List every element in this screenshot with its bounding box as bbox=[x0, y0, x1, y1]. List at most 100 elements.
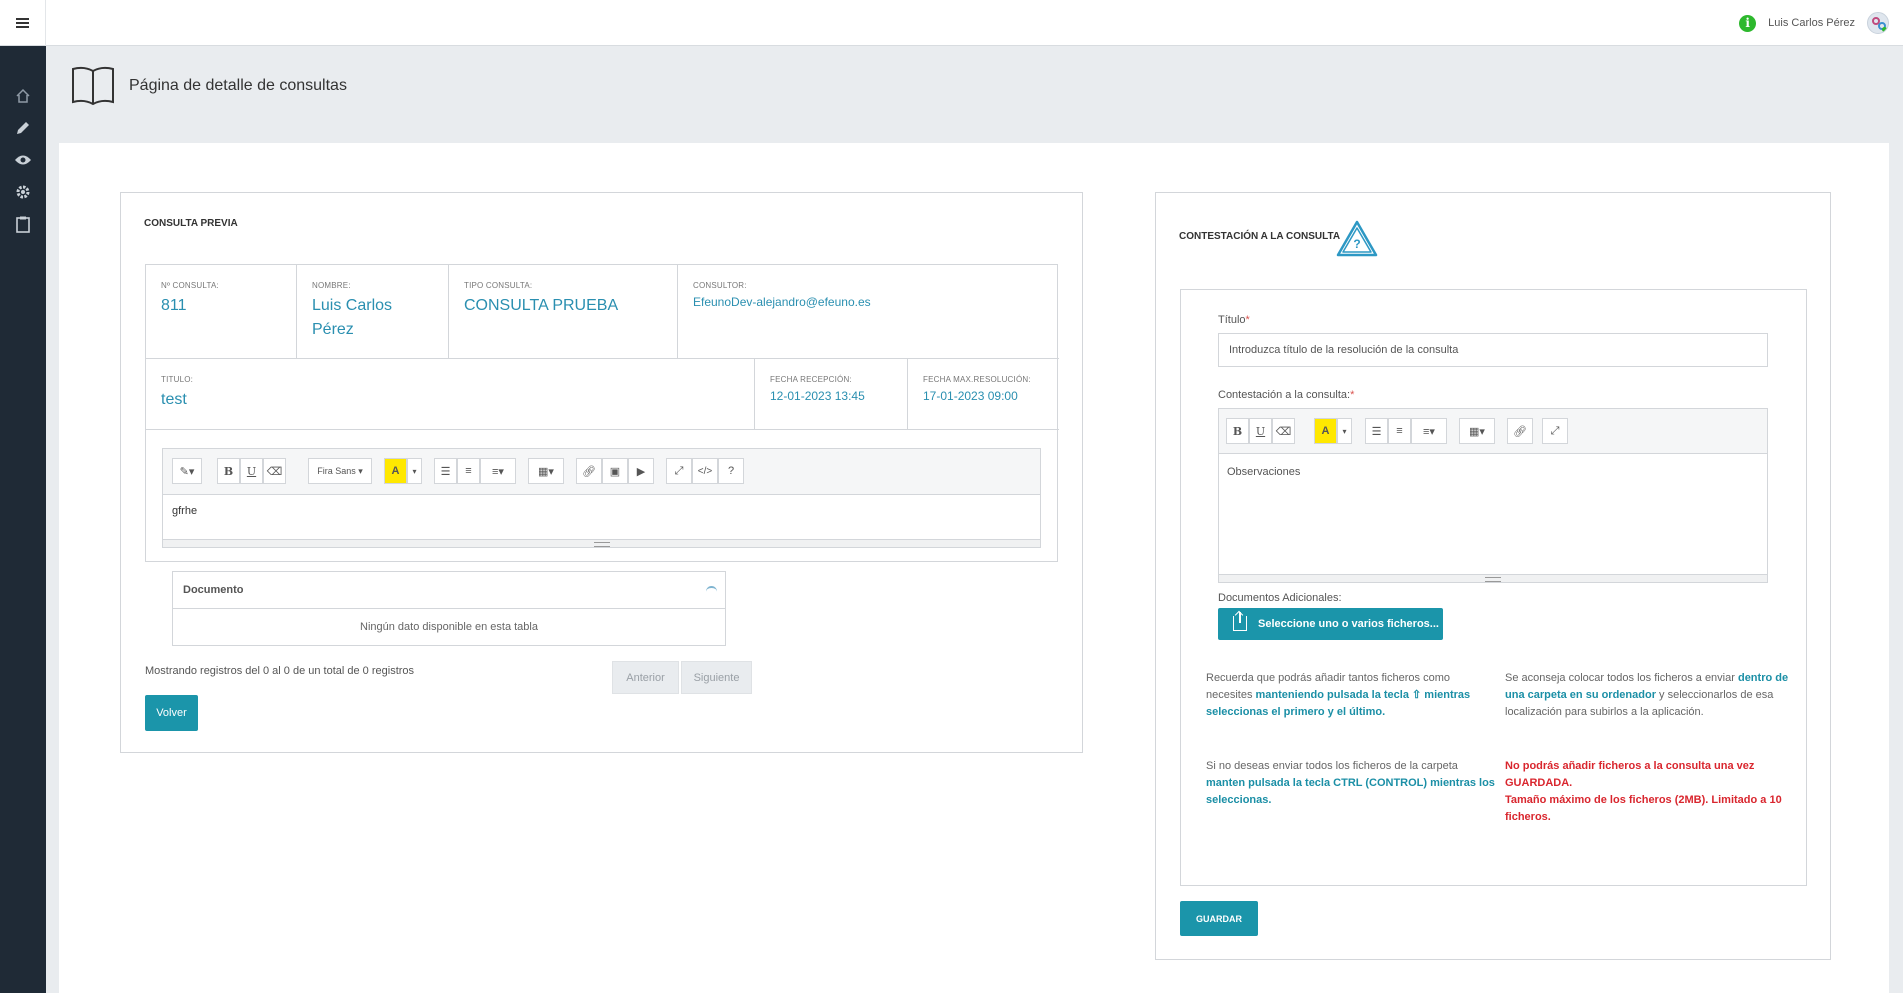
table-icon[interactable]: ▦▾ bbox=[528, 458, 564, 484]
note3-highlight: manten pulsada la tecla CTRL (CONTROL) m… bbox=[1206, 777, 1495, 806]
fecha-recepcion-value: 12-01-2023 13:45 bbox=[770, 389, 865, 403]
contestacion-form: Título* Introduzca título de la resoluci… bbox=[1180, 289, 1807, 886]
documentos-adicionales-label: Documentos Adicionales: bbox=[1218, 592, 1342, 604]
editor-toolbar: ✎▾ B U ⌫ Fira Sans ▾ A ▾ ☰ ≡ ≡▾ ▦▾ 🔗︎ ▣ … bbox=[163, 449, 1040, 495]
link-icon[interactable]: 🔗︎ bbox=[576, 458, 602, 484]
fecha-recepcion-cell: FECHA RECEPCIÓN: 12-01-2023 13:45 bbox=[755, 359, 908, 430]
consultor-label: CONSULTOR: bbox=[693, 281, 747, 290]
guardar-button[interactable]: GUARDAR bbox=[1180, 901, 1258, 936]
contestacion-field-label: Contestación a la consulta:* bbox=[1218, 389, 1355, 401]
highlight-color-icon[interactable]: A bbox=[384, 458, 407, 484]
tipo-consulta-cell: TIPO CONSULTA: CONSULTA PRUEBA bbox=[449, 265, 678, 359]
video-icon[interactable]: ▶ bbox=[628, 458, 654, 484]
bold-button[interactable]: B bbox=[217, 458, 240, 484]
previous-page-button[interactable]: Anterior bbox=[612, 661, 679, 694]
info-icon[interactable]: i bbox=[1739, 14, 1757, 32]
note3-text: Si no deseas enviar todos los ficheros d… bbox=[1206, 760, 1458, 772]
contestacion-panel: CONTESTACIÓN A LA CONSULTA ? Título* Int… bbox=[1155, 192, 1831, 960]
consultor-cell: CONSULTOR: EfeunoDev-alejandro@efeuno.es bbox=[678, 265, 1059, 359]
num-consulta-cell: Nº CONSULTA: 811 bbox=[146, 265, 297, 359]
align-icon[interactable]: ≡▾ bbox=[1411, 418, 1447, 444]
color-dropdown-icon[interactable]: ▾ bbox=[407, 458, 422, 484]
page-title: Página de detalle de consultas bbox=[129, 77, 347, 94]
bold-button[interactable]: B bbox=[1226, 418, 1249, 444]
user-avatar-icon[interactable] bbox=[1867, 12, 1889, 34]
titulo-value: test bbox=[161, 391, 187, 408]
editor-resize-handle[interactable] bbox=[1219, 574, 1767, 582]
fecha-max-label: FECHA MAX.RESOLUCIÓN: bbox=[923, 375, 1031, 384]
note4-line1: No podrás añadir ficheros a la consulta … bbox=[1505, 760, 1755, 789]
consulta-previa-title: CONSULTA PREVIA bbox=[144, 218, 238, 229]
volver-button[interactable]: Volver bbox=[145, 695, 198, 731]
titulo-input[interactable]: Introduzca título de la resolución de la… bbox=[1218, 333, 1768, 367]
num-consulta-label: Nº CONSULTA: bbox=[161, 281, 219, 290]
bullet-list-icon[interactable]: ☰ bbox=[1365, 418, 1388, 444]
link-icon[interactable]: 🔗︎ bbox=[1507, 418, 1533, 444]
svg-text:?: ? bbox=[1353, 237, 1360, 251]
next-page-button[interactable]: Siguiente bbox=[681, 661, 752, 694]
highlight-color-icon[interactable]: A bbox=[1314, 418, 1337, 444]
note4-line2: Tamaño máximo de los ficheros (2MB). Lim… bbox=[1505, 794, 1782, 823]
sidebar bbox=[0, 46, 46, 993]
pencil-icon[interactable] bbox=[13, 118, 33, 138]
table-icon[interactable]: ▦▾ bbox=[1459, 418, 1495, 444]
fecha-recepcion-label: FECHA RECEPCIÓN: bbox=[770, 375, 852, 384]
consultor-value[interactable]: EfeunoDev-alejandro@efeuno.es bbox=[693, 294, 1044, 310]
nombre-cell: NOMBRE: Luis Carlos Pérez bbox=[297, 265, 449, 359]
select-files-label: Seleccione uno o varios ficheros... bbox=[1258, 618, 1439, 630]
underline-button[interactable]: U bbox=[240, 458, 263, 484]
bullet-list-icon[interactable]: ☰ bbox=[434, 458, 457, 484]
upload-icon bbox=[1233, 612, 1247, 631]
nombre-label: NOMBRE: bbox=[312, 281, 351, 290]
tipo-consulta-value: CONSULTA PRUEBA bbox=[464, 297, 619, 314]
clipboard-icon[interactable] bbox=[13, 214, 33, 234]
titulo-field-label-text: Título bbox=[1218, 314, 1246, 326]
consulta-editor-content[interactable]: gfrhe bbox=[163, 495, 1040, 539]
note-ctrl-key: Si no deseas enviar todos los ficheros d… bbox=[1206, 758, 1496, 809]
contestacion-editor-toolbar: B U ⌫ A ▾ ☰ ≡ ≡▾ ▦▾ 🔗︎ ⤢ bbox=[1219, 409, 1767, 454]
question-warning-icon: ? bbox=[1336, 220, 1378, 261]
documento-column-header[interactable]: Documento bbox=[173, 572, 725, 609]
fecha-max-value: 17-01-2023 09:00 bbox=[923, 389, 1018, 403]
hamburger-icon bbox=[16, 18, 29, 28]
documentos-table: Documento Ningún dato disponible en esta… bbox=[172, 571, 726, 646]
image-icon[interactable]: ▣ bbox=[602, 458, 628, 484]
tipo-consulta-label: TIPO CONSULTA: bbox=[464, 281, 533, 290]
sort-icon[interactable] bbox=[706, 586, 717, 592]
numbered-list-icon[interactable]: ≡ bbox=[1388, 418, 1411, 444]
code-view-icon[interactable]: </> bbox=[692, 458, 718, 484]
user-area: i Luis Carlos Pérez bbox=[1739, 10, 1889, 36]
eye-icon[interactable] bbox=[13, 150, 33, 170]
top-bar: i Luis Carlos Pérez bbox=[0, 0, 1903, 46]
consulta-details-grid: Nº CONSULTA: 811 NOMBRE: Luis Carlos Pér… bbox=[145, 264, 1059, 562]
fecha-max-cell: FECHA MAX.RESOLUCIÓN: 17-01-2023 09:00 bbox=[908, 359, 1059, 430]
note-shift-keys: Recuerda que podrás añadir tantos ficher… bbox=[1206, 670, 1481, 721]
contestacion-field-label-text: Contestación a la consulta: bbox=[1218, 389, 1351, 401]
font-family-select[interactable]: Fira Sans ▾ bbox=[308, 458, 372, 484]
menu-toggle-button[interactable] bbox=[0, 0, 46, 46]
fullscreen-icon[interactable]: ⤢ bbox=[666, 458, 692, 484]
note2-text-a: Se aconseja colocar todos los ficheros a… bbox=[1505, 672, 1738, 684]
eraser-icon[interactable]: ⌫ bbox=[1272, 418, 1295, 444]
eraser-icon[interactable]: ⌫ bbox=[263, 458, 286, 484]
numbered-list-icon[interactable]: ≡ bbox=[457, 458, 480, 484]
titulo-field-label: Título* bbox=[1218, 314, 1250, 326]
underline-button[interactable]: U bbox=[1249, 418, 1272, 444]
documento-header-label: Documento bbox=[183, 584, 244, 596]
editor-resize-handle[interactable] bbox=[163, 539, 1040, 547]
fullscreen-icon[interactable]: ⤢ bbox=[1542, 418, 1568, 444]
home-icon[interactable] bbox=[13, 86, 33, 106]
gear-icon[interactable] bbox=[13, 182, 33, 202]
select-files-button[interactable]: Seleccione uno o varios ficheros... bbox=[1218, 608, 1443, 640]
page-header: Página de detalle de consultas bbox=[46, 46, 1903, 143]
consulta-editor: ✎▾ B U ⌫ Fira Sans ▾ A ▾ ☰ ≡ ≡▾ ▦▾ 🔗︎ ▣ … bbox=[162, 448, 1041, 548]
help-icon[interactable]: ? bbox=[718, 458, 744, 484]
color-dropdown-icon[interactable]: ▾ bbox=[1337, 418, 1352, 444]
magic-wand-icon[interactable]: ✎▾ bbox=[172, 458, 202, 484]
align-icon[interactable]: ≡▾ bbox=[480, 458, 516, 484]
contestacion-editor-content[interactable]: Observaciones bbox=[1219, 454, 1767, 574]
num-consulta-value: 811 bbox=[161, 297, 187, 314]
empty-table-message: Ningún dato disponible en esta tabla bbox=[360, 621, 538, 633]
user-name[interactable]: Luis Carlos Pérez bbox=[1768, 17, 1855, 29]
contestacion-title: CONTESTACIÓN A LA CONSULTA bbox=[1179, 231, 1341, 242]
